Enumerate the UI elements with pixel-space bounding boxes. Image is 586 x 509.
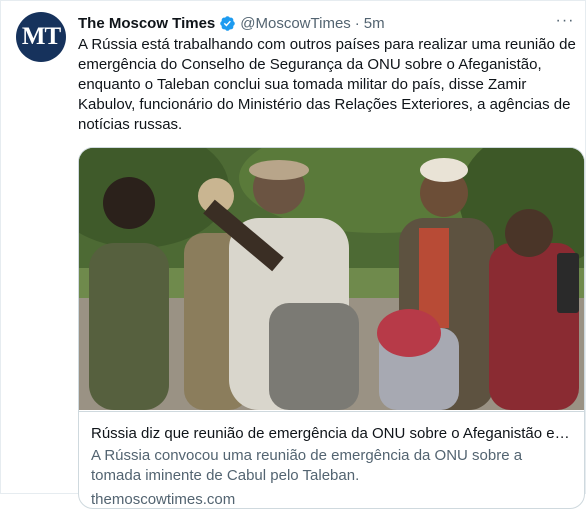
- tweet[interactable]: MT The Moscow Times @MoscowTimes · 5m ··…: [0, 0, 586, 509]
- card-image: [79, 148, 584, 410]
- card-body: Rússia diz que reunião de emergência da …: [79, 411, 584, 508]
- verified-badge-icon: [219, 15, 236, 32]
- author-handle[interactable]: @MoscowTimes: [240, 15, 351, 32]
- tweet-header: The Moscow Times @MoscowTimes · 5m: [78, 13, 575, 33]
- separator-dot: ·: [354, 14, 360, 32]
- avatar[interactable]: MT: [16, 12, 66, 62]
- avatar-logo-text: MT: [21, 23, 61, 50]
- author-name[interactable]: The Moscow Times: [78, 15, 215, 32]
- link-card[interactable]: Rússia diz que reunião de emergência da …: [78, 147, 585, 509]
- card-description: A Rússia convocou uma reunião de emergên…: [91, 447, 523, 484]
- more-options-label: ···: [555, 12, 575, 29]
- tweet-text: A Rússia está trabalhando com outros paí…: [78, 36, 576, 133]
- tweet-timestamp[interactable]: 5m: [364, 15, 385, 32]
- card-domain: themoscowtimes.com: [91, 491, 236, 508]
- card-title[interactable]: Rússia diz que reunião de emergência da …: [91, 424, 572, 444]
- more-options-icon[interactable]: ···: [553, 9, 577, 33]
